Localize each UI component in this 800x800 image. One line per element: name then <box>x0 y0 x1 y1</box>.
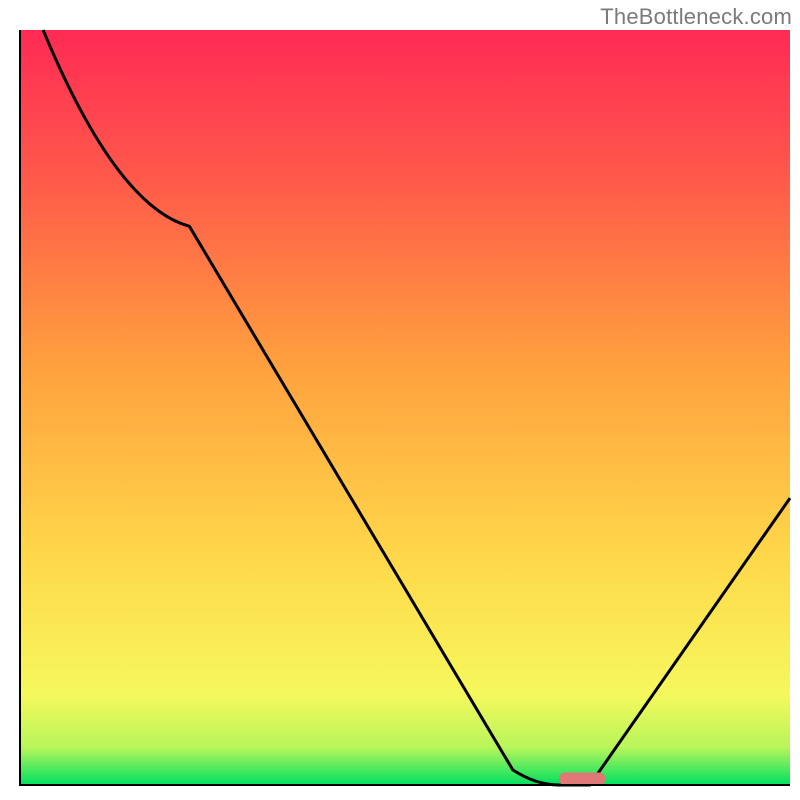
heatmap-background <box>20 30 790 785</box>
bottleneck-chart <box>0 0 800 800</box>
optimal-marker <box>559 772 605 785</box>
